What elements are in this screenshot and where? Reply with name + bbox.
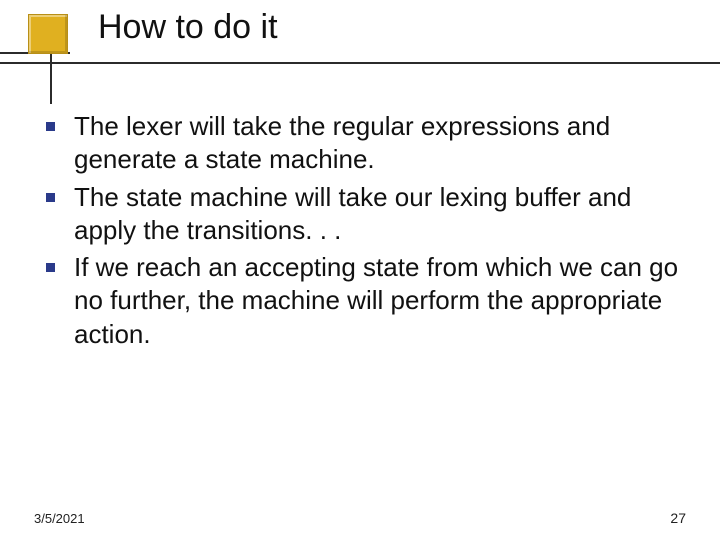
- bullet-square-icon: [46, 193, 55, 202]
- slide-footer: 3/5/2021 27: [34, 510, 686, 526]
- slide-body: The lexer will take the regular expressi…: [32, 110, 690, 355]
- accent-square-icon: [28, 14, 68, 54]
- bullet-square-icon: [46, 122, 55, 131]
- page-number: 27: [670, 510, 686, 526]
- footer-date: 3/5/2021: [34, 511, 85, 526]
- slide-title: How to do it: [98, 8, 278, 47]
- title-bar: How to do it: [0, 14, 720, 74]
- bullet-text: If we reach an accepting state from whic…: [74, 252, 678, 349]
- title-underline: [0, 62, 720, 64]
- bullet-square-icon: [46, 263, 55, 272]
- list-item: The lexer will take the regular expressi…: [32, 110, 690, 177]
- list-item: The state machine will take our lexing b…: [32, 181, 690, 248]
- bullet-list: The lexer will take the regular expressi…: [32, 110, 690, 351]
- list-item: If we reach an accepting state from whic…: [32, 251, 690, 351]
- title-vertical-rule: [50, 52, 52, 104]
- bullet-text: The state machine will take our lexing b…: [74, 182, 631, 245]
- slide: How to do it The lexer will take the reg…: [0, 0, 720, 540]
- bullet-text: The lexer will take the regular expressi…: [74, 111, 610, 174]
